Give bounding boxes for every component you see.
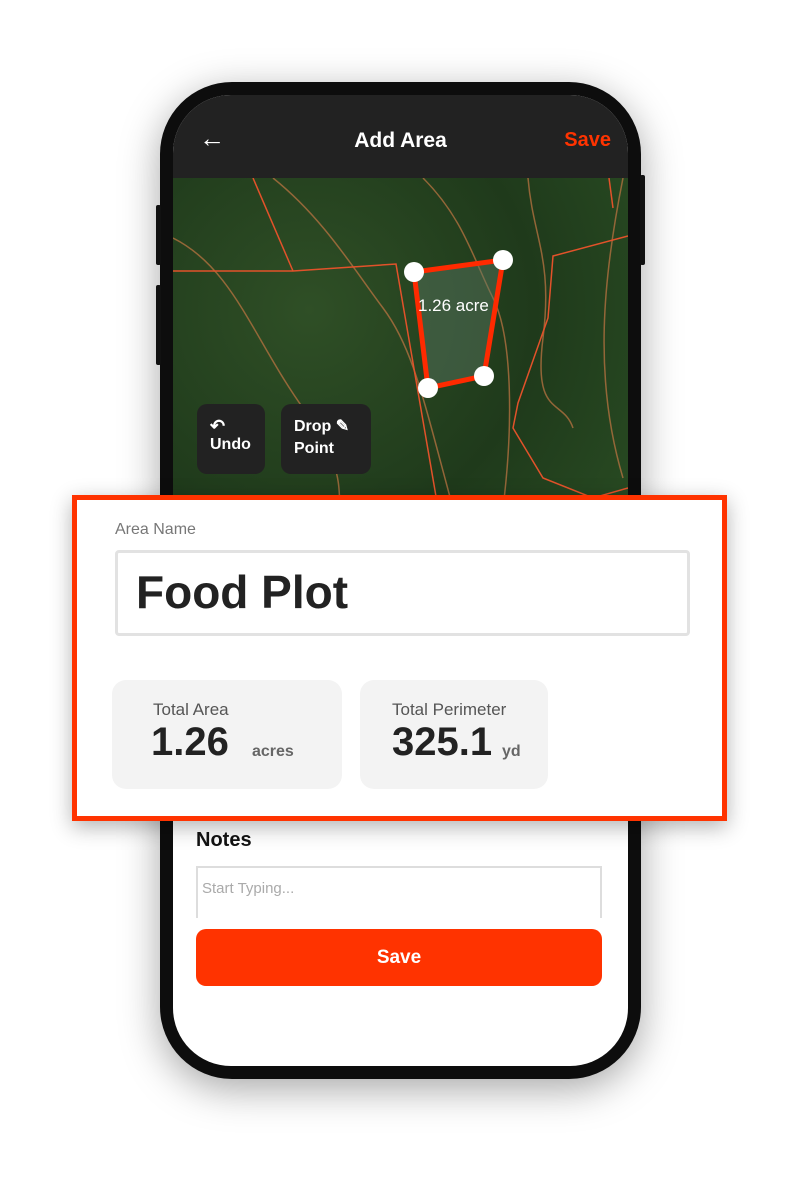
notes-label: Notes <box>196 829 252 851</box>
header-save-button[interactable]: Save <box>564 129 611 152</box>
pencil-icon: ✎ <box>335 418 350 435</box>
page-title: Add Area <box>354 129 447 152</box>
notes-input[interactable]: Start Typing... <box>196 866 602 918</box>
vertex-handle <box>404 262 424 282</box>
vertex-handle <box>474 366 494 386</box>
vertex-handle <box>418 378 438 398</box>
total-area-stat: Total Area 1.26 acres <box>112 680 342 789</box>
area-name-input[interactable]: Food Plot <box>115 550 690 636</box>
undo-icon: ↶ <box>210 416 226 436</box>
area-name-label: Area Name <box>115 521 196 538</box>
satellite-map[interactable]: 1.26 acre ↶ Undo Drop ✎ Point <box>173 178 628 508</box>
phone-side-button <box>156 205 161 265</box>
phone-side-button <box>156 285 161 365</box>
top-bar: ← Add Area Save <box>173 95 628 178</box>
phone-side-button <box>640 175 645 265</box>
vertex-handle <box>493 250 513 270</box>
undo-button[interactable]: ↶ Undo <box>197 404 265 474</box>
drop-point-button[interactable]: Drop ✎ Point <box>281 404 371 474</box>
total-perimeter-stat: Total Perimeter 325.1 yd <box>360 680 548 789</box>
polygon-area-label: 1.26 acre <box>418 296 489 315</box>
area-details-card: Area Name Food Plot Total Area 1.26 acre… <box>72 495 727 821</box>
save-button[interactable]: Save <box>196 929 602 986</box>
